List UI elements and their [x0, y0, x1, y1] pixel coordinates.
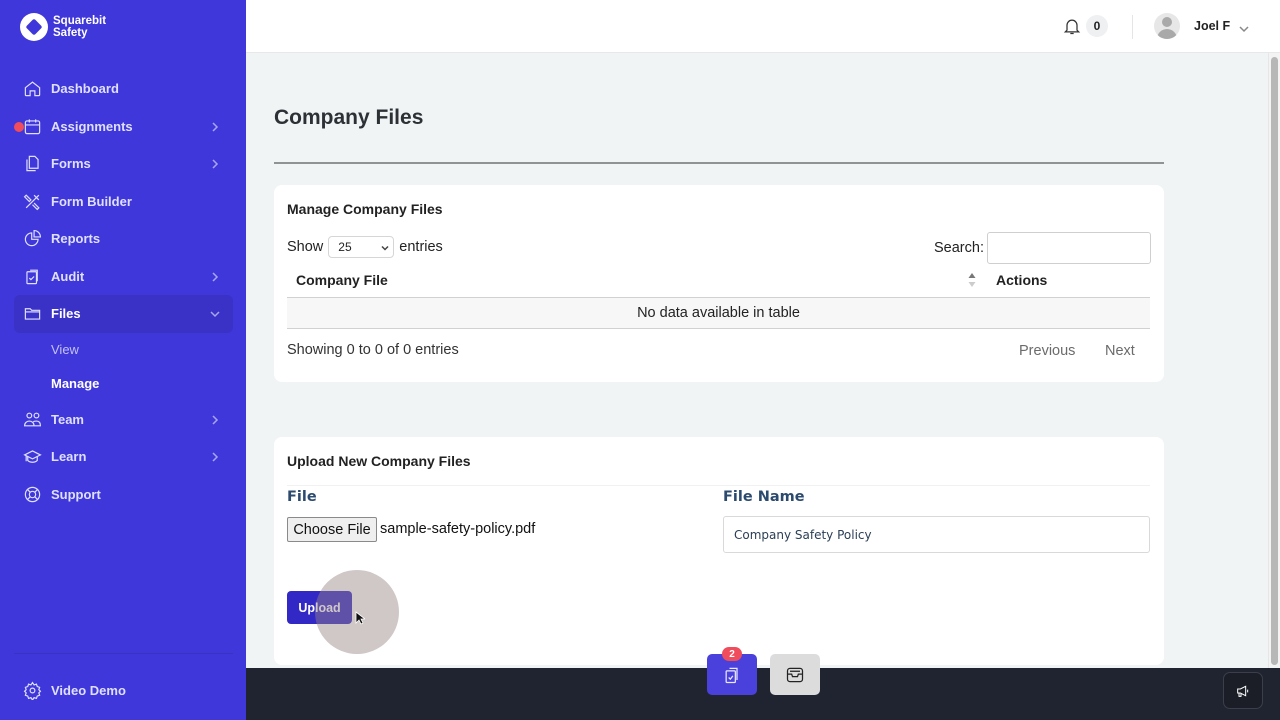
chevron-right-icon	[209, 157, 221, 169]
show-label: Show	[287, 239, 324, 255]
previous-page-button[interactable]: Previous	[1019, 343, 1075, 359]
table-empty-row: No data available in table	[287, 298, 1150, 328]
entries-label: entries	[399, 239, 443, 255]
chevron-down-icon	[381, 245, 389, 251]
sidebar-item-files[interactable]: Files	[14, 295, 233, 333]
clipboard-check-icon	[725, 667, 738, 683]
sidebar: Squarebit Safety Dashboard Assignments F…	[0, 0, 246, 720]
chosen-file-name: sample-safety-policy.pdf	[380, 521, 536, 537]
next-page-button[interactable]: Next	[1105, 343, 1135, 359]
bottom-bar	[246, 668, 1280, 720]
chevron-right-icon	[209, 450, 221, 462]
column-header-company-file[interactable]: Company File	[296, 272, 388, 288]
clipboard-check-icon	[22, 266, 42, 286]
table-bottom-border	[287, 328, 1150, 329]
chevron-right-icon	[209, 120, 221, 132]
sidebar-item-label: Video Demo	[51, 683, 126, 699]
graduation-cap-icon	[22, 447, 42, 467]
page-title: Company Files	[274, 106, 424, 129]
brand-name-line2: Safety	[53, 27, 88, 39]
sidebar-item-video-demo[interactable]: Video Demo	[14, 672, 233, 710]
sidebar-item-label: Support	[51, 486, 101, 502]
table-search: Search:	[934, 232, 1151, 264]
sidebar-item-label: Audit	[51, 268, 85, 284]
sidebar-item-dashboard[interactable]: Dashboard	[14, 70, 233, 108]
sidebar-item-label: Dashboard	[51, 81, 119, 97]
sidebar-item-team[interactable]: Team	[14, 401, 233, 439]
sidebar-item-label: Files	[51, 306, 81, 322]
search-input[interactable]	[986, 232, 1151, 264]
choose-file-button[interactable]: Choose File	[287, 517, 377, 542]
table-info: Showing 0 to 0 of 0 entries	[287, 342, 459, 358]
scrollbar-thumb[interactable]	[1271, 57, 1278, 665]
documents-icon	[22, 154, 42, 174]
chevron-down-icon	[209, 307, 221, 319]
file-label: File	[287, 489, 317, 505]
sidebar-item-label: Assignments	[51, 118, 133, 134]
user-menu[interactable]: Joel F	[1154, 13, 1249, 39]
card-title: Manage Company Files	[287, 201, 443, 217]
user-name: Joel F	[1194, 19, 1231, 33]
topbar-divider	[1132, 15, 1133, 39]
logo-icon	[20, 13, 48, 41]
sidebar-item-reports[interactable]: Reports	[14, 220, 233, 258]
notification-count-badge: 0	[1086, 15, 1108, 37]
sidebar-item-label: Reports	[51, 231, 101, 247]
sidebar-item-label: Form Builder	[51, 193, 132, 209]
sidebar-subitem-view[interactable]: View	[14, 333, 233, 367]
page-size-select[interactable]: 25	[328, 236, 395, 258]
brand-logo[interactable]: Squarebit Safety	[20, 13, 106, 41]
sidebar-subitem-manage[interactable]: Manage	[14, 367, 233, 401]
manage-files-card: Manage Company Files Show 25 entries Sea…	[274, 185, 1164, 382]
card-title: Upload New Company Files	[287, 453, 471, 469]
calendar-icon	[22, 116, 42, 136]
pie-chart-icon	[22, 229, 42, 249]
upload-files-card: Upload New Company Files File Choose Fil…	[274, 437, 1164, 665]
page-length-control: Show 25 entries	[287, 236, 443, 258]
sidebar-item-form-builder[interactable]: Form Builder	[14, 183, 233, 221]
tasks-count-badge: 2	[722, 647, 742, 661]
gear-icon	[22, 681, 42, 701]
notifications-button[interactable]: 0	[1062, 15, 1108, 37]
topbar: 0 Joel F	[246, 0, 1280, 53]
page-scrollbar[interactable]	[1268, 53, 1280, 668]
card-divider	[287, 485, 1150, 486]
search-label: Search:	[934, 240, 984, 256]
bell-icon	[1063, 19, 1081, 35]
sidebar-divider	[14, 653, 233, 654]
file-name-input[interactable]: Company Safety Policy	[723, 516, 1150, 553]
sidebar-item-label: Learn	[51, 449, 87, 465]
chevron-right-icon	[209, 270, 221, 282]
upload-button[interactable]: Upload	[287, 591, 352, 624]
alert-dot	[14, 121, 24, 132]
folder-icon	[22, 304, 42, 324]
file-name-label: File Name	[723, 489, 805, 505]
home-icon	[22, 79, 42, 99]
megaphone-icon	[1237, 685, 1249, 697]
title-divider	[274, 162, 1164, 164]
users-icon	[22, 409, 42, 429]
chevron-down-icon	[1239, 21, 1249, 33]
mouse-cursor-icon	[355, 611, 365, 625]
inbox-dock-button[interactable]	[770, 654, 820, 695]
lifebuoy-icon	[22, 484, 42, 504]
sidebar-item-forms[interactable]: Forms	[14, 145, 233, 183]
chevron-right-icon	[209, 413, 221, 425]
sort-icon[interactable]	[968, 272, 976, 288]
sidebar-item-audit[interactable]: Audit	[14, 258, 233, 296]
page-size-value: 25	[338, 240, 352, 254]
column-header-actions: Actions	[996, 272, 1048, 288]
sidebar-item-label: Team	[51, 411, 84, 427]
brand-name-line1: Squarebit	[53, 15, 107, 27]
sidebar-item-assignments[interactable]: Assignments	[14, 108, 233, 146]
sidebar-item-label: Forms	[51, 156, 91, 172]
sidebar-nav: Dashboard Assignments Forms Form Builder…	[14, 70, 233, 513]
sidebar-item-support[interactable]: Support	[14, 476, 233, 514]
sidebar-item-learn[interactable]: Learn	[14, 438, 233, 476]
inbox-icon	[786, 667, 804, 682]
avatar	[1154, 13, 1180, 39]
tools-icon	[22, 191, 42, 211]
announcements-button[interactable]	[1223, 672, 1263, 709]
